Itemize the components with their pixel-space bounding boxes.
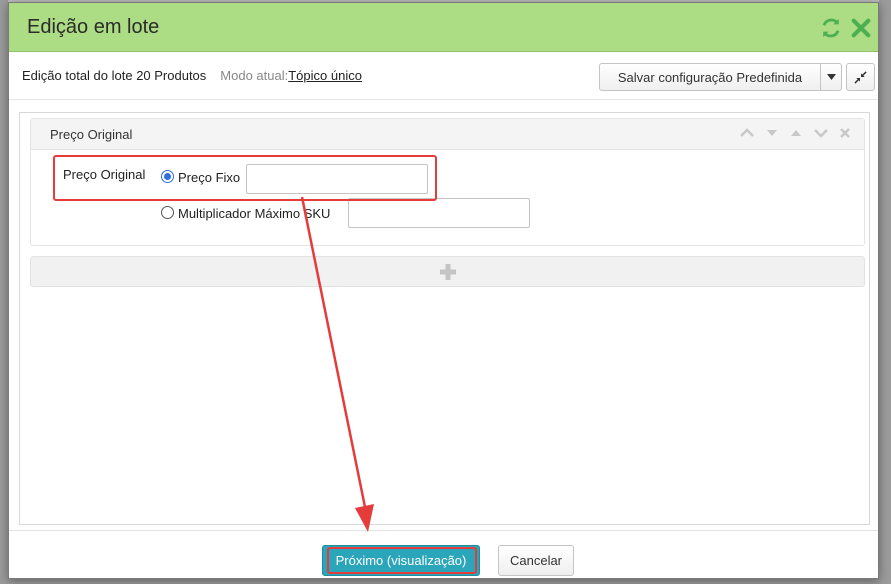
chevron-up-icon[interactable] [740,128,754,138]
background-page-right [879,0,891,584]
sku-multiplier-radio[interactable] [161,206,174,219]
edit-content-area: Preço Original Preço Original Preço Fixo… [19,112,870,525]
fixed-price-input[interactable] [246,164,428,194]
caret-down-icon [826,74,836,80]
refresh-icon[interactable] [820,17,842,39]
next-preview-button[interactable]: Próximo (visualização) [322,545,480,576]
collapse-button[interactable] [846,63,875,91]
compress-icon [854,70,867,84]
close-icon[interactable] [850,17,872,39]
chevron-down-icon[interactable] [814,128,828,138]
plus-icon [439,263,456,280]
dialog-toolbar: Edição total do lote 20 Produtos Modo at… [9,52,878,100]
batch-edit-dialog: Edição em lote Edição total do lote 20 P… [8,2,879,579]
price-panel: Preço Original Preço Original Preço Fixo… [30,118,865,246]
dialog-footer: Próximo (visualização) Cancelar [9,530,878,578]
mode-value-link[interactable]: Tópico único [288,68,362,83]
batch-info: Edição total do lote 20 Produtos [22,68,207,83]
add-field-button[interactable] [30,256,865,287]
dialog-title: Edição em lote [27,15,160,38]
save-config-button[interactable]: Salvar configuração Predefinida [599,63,821,91]
caret-up-icon[interactable] [790,128,802,138]
fixed-price-radio[interactable] [161,170,174,183]
price-panel-header: Preço Original [31,119,864,150]
title-icons [820,17,872,39]
price-field-label: Preço Original [63,167,146,182]
remove-icon[interactable] [840,128,850,138]
sku-multiplier-label[interactable]: Multiplicador Máximo SKU [178,206,330,221]
fixed-price-label[interactable]: Preço Fixo [178,170,240,185]
save-config-group: Salvar configuração Predefinida [599,63,842,91]
background-page-left [0,0,8,584]
panel-title: Preço Original [50,126,133,142]
mode-label: Modo atual: [220,68,289,83]
panel-header-icons [740,128,850,138]
caret-down-icon[interactable] [766,128,778,138]
sku-multiplier-input[interactable] [348,198,530,228]
dialog-titlebar: Edição em lote [9,3,878,52]
cancel-button[interactable]: Cancelar [498,545,574,576]
save-config-dropdown-button[interactable] [821,63,842,91]
